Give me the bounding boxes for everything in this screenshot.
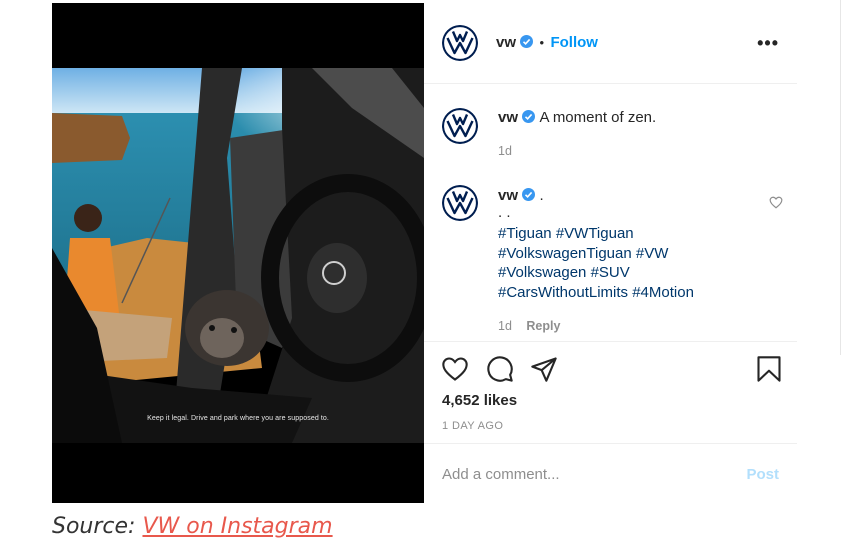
hashtag-line[interactable]: #Tiguan #VWTiguan xyxy=(498,224,694,244)
follow-button[interactable]: Follow xyxy=(550,34,598,51)
post-photo xyxy=(52,68,424,443)
hashtag-line[interactable]: #VolkswagenTiguan #VW xyxy=(498,244,694,264)
verified-badge-icon xyxy=(520,35,534,48)
more-options-icon[interactable]: ••• xyxy=(757,33,779,54)
post-actions: 4,652 likes 1 DAY AGO xyxy=(424,341,797,444)
header-username[interactable]: vw xyxy=(496,34,516,51)
caption-text: A moment of zen. xyxy=(539,109,657,126)
post-media[interactable]: Keep it legal. Drive and park where you … xyxy=(52,3,424,503)
reply-button[interactable]: Reply xyxy=(526,319,560,333)
source-label: Source: xyxy=(52,514,136,539)
post-button[interactable]: Post xyxy=(746,466,779,483)
hashtag-line[interactable]: #CarsWithoutLimits #4Motion xyxy=(498,283,694,303)
vw-logo-icon[interactable] xyxy=(442,185,478,221)
post-panel: vw • Follow ••• vw A moment of zen. 1d v… xyxy=(424,3,797,443)
comment-hashtags: #Tiguan #VWTiguan #VolkswagenTiguan #VW … xyxy=(498,224,694,302)
verified-badge-icon xyxy=(522,110,536,123)
add-comment-bar: Add a comment... Post xyxy=(424,443,797,504)
source-credit: Source: VW on Instagram xyxy=(52,514,333,539)
comment-icon[interactable] xyxy=(486,355,514,383)
post-time[interactable]: 1 DAY AGO xyxy=(442,420,503,432)
header-separator: • xyxy=(539,35,545,50)
comment-input[interactable]: Add a comment... xyxy=(442,466,560,483)
source-link[interactable]: VW on Instagram xyxy=(142,514,332,539)
vw-logo-icon[interactable] xyxy=(442,25,478,61)
comment-username[interactable]: vw xyxy=(498,187,518,204)
heart-icon[interactable] xyxy=(441,356,469,382)
comment-second-line: . . xyxy=(498,204,511,221)
likes-count[interactable]: 4,652 likes xyxy=(442,392,517,409)
verified-badge-icon xyxy=(522,188,536,201)
hashtag-line[interactable]: #Volkswagen #SUV xyxy=(498,263,694,283)
post-header: vw • Follow ••• xyxy=(424,3,797,84)
share-icon[interactable] xyxy=(530,355,558,383)
comment-like-heart-icon[interactable] xyxy=(769,196,783,209)
caption-time[interactable]: 1d xyxy=(498,144,512,158)
bookmark-icon[interactable] xyxy=(756,355,782,383)
vw-logo-icon[interactable] xyxy=(442,108,478,144)
divider xyxy=(840,0,841,355)
caption-username[interactable]: vw xyxy=(498,109,518,126)
comment-time[interactable]: 1d xyxy=(498,319,512,333)
image-caption-overlay: Keep it legal. Drive and park where you … xyxy=(147,415,329,422)
comment-first-line: . xyxy=(539,187,544,204)
